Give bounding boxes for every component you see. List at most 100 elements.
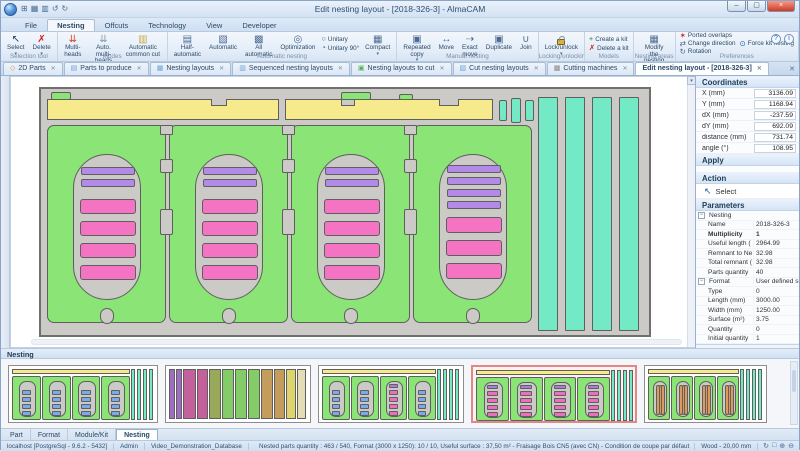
part-teal-strip[interactable] [592, 97, 612, 331]
nesting-panel-header[interactable]: Nesting [1, 348, 799, 359]
ribbon-tab-developer[interactable]: Developer [232, 19, 286, 31]
close-tab-icon[interactable]: ✕ [51, 65, 56, 72]
part-pink-bar[interactable] [446, 263, 502, 279]
ribbon-tab-technology[interactable]: Technology [138, 19, 196, 31]
nesting-layout-2[interactable] [165, 365, 311, 423]
part-pink-bar[interactable] [324, 265, 380, 280]
part-purple-bar[interactable] [203, 167, 257, 175]
close-tab-icon[interactable]: ✕ [757, 65, 762, 72]
part-green-tab[interactable] [51, 92, 71, 100]
parameter-value-useful-length[interactable]: 2964.99 [753, 240, 799, 247]
nesting-layout-5[interactable] [644, 365, 767, 423]
parameters-header[interactable]: Parameters [696, 199, 799, 211]
part-pink-bar[interactable] [80, 265, 136, 280]
part-pink-bar[interactable] [324, 221, 380, 236]
coordinate-value-dx-mm[interactable]: -237.59 [754, 111, 796, 120]
close-tab-icon[interactable]: ✕ [622, 65, 627, 72]
part-teal-strip[interactable] [565, 97, 585, 331]
doc-tab-sequenced-nesting-la[interactable]: ▥Sequenced nesting layouts✕ [232, 62, 350, 75]
nesting-layout-4[interactable] [471, 365, 637, 423]
ribbon-button-unitary-90[interactable]: ◔Unitary 90° [319, 44, 361, 53]
part-purple-bar[interactable] [81, 179, 135, 187]
ribbon-button-automatic[interactable]: ▧Automatic [206, 33, 240, 53]
doc-tab-cutting-machines[interactable]: ▩Cutting machines✕ [547, 62, 635, 75]
ribbon-button-ported-overlaps[interactable]: ✶Ported overlaps [678, 32, 738, 40]
minimize-button[interactable]: – [727, 1, 746, 12]
bottom-tab-nesting[interactable]: Nesting [116, 429, 158, 440]
collapsed-panel-handle[interactable] [1, 76, 10, 348]
action-header[interactable]: Action [696, 172, 799, 184]
ribbon-tab-offcuts[interactable]: Offcuts [95, 19, 139, 31]
divider-connector[interactable] [160, 125, 173, 135]
part-pink-bar[interactable] [324, 243, 380, 258]
parameter-value-total-remnant[interactable]: 32.98 [753, 259, 799, 266]
divider-connector[interactable] [404, 159, 417, 173]
redo-icon[interactable]: ↻ [62, 5, 69, 13]
coordinate-value-angle[interactable]: 108.95 [754, 144, 796, 153]
close-tab-icon[interactable]: ✕ [338, 65, 343, 72]
part-pink-bar[interactable] [446, 217, 502, 233]
close-tab-strip-icon[interactable]: ✕ [789, 65, 795, 73]
close-tab-icon[interactable]: ✕ [219, 65, 224, 72]
doc-tab-parts-to-produce[interactable]: ▤Parts to produce✕ [64, 62, 149, 75]
table-icon[interactable]: ▦ [31, 5, 39, 13]
divider-connector[interactable] [404, 209, 417, 235]
doc-tab-cut-nesting-layouts[interactable]: ▧Cut nesting layouts✕ [453, 62, 546, 75]
divider-connector[interactable] [160, 159, 173, 173]
ribbon-button-join[interactable]: ∪Join [517, 33, 535, 53]
part-purple-bar[interactable] [447, 201, 501, 209]
bottom-tab-part[interactable]: Part [3, 429, 31, 440]
coordinates-header[interactable]: Coordinates [696, 76, 799, 88]
parameter-value-type[interactable]: 0 [753, 288, 799, 295]
part-teal-strip[interactable] [538, 97, 558, 331]
doc-tab-nesting-layouts[interactable]: ▦Nesting layouts✕ [150, 62, 232, 75]
nesting-layout-3[interactable] [318, 365, 464, 423]
part-pink-bar[interactable] [80, 243, 136, 258]
sheet-notch[interactable] [341, 99, 355, 106]
divider-connector[interactable] [282, 159, 295, 173]
restore-button[interactable]: ▢ [747, 1, 766, 12]
parameter-value-width-mm[interactable]: 1250.00 [753, 307, 799, 314]
ribbon-button-delete-a-kit[interactable]: ✗Delete a kit [587, 44, 631, 53]
divider-connector[interactable] [404, 125, 417, 135]
ribbon-button-change-direction[interactable]: ⇄Change direction [678, 40, 738, 48]
fit-view-icon[interactable]: □ [772, 442, 776, 450]
ribbon-button-duplicate[interactable]: ▣Duplicate [483, 33, 515, 53]
divider-connector[interactable] [282, 125, 295, 135]
parameter-value-length-mm[interactable]: 3000.00 [753, 297, 799, 304]
sheet-notch[interactable] [211, 99, 227, 106]
close-tab-icon[interactable]: ✕ [137, 65, 142, 72]
part-purple-bar[interactable] [447, 189, 501, 197]
part-teal-small[interactable] [499, 100, 507, 121]
part-purple-bar[interactable] [325, 167, 379, 175]
close-tab-icon[interactable]: ✕ [439, 65, 444, 72]
part-pink-bar[interactable] [324, 199, 380, 214]
doc-tab-2d-parts[interactable]: ◇2D Parts✕ [3, 62, 63, 75]
export-icon[interactable]: ⊞ [21, 5, 28, 13]
part-green-panel[interactable] [291, 125, 410, 323]
coordinate-value-dy-mm[interactable]: 692.09 [754, 122, 796, 131]
part-teal-small[interactable] [525, 100, 534, 121]
ribbon-button-optimization[interactable]: ◎Optimization [277, 33, 318, 53]
ribbon-tab-file[interactable]: File [15, 19, 47, 31]
part-green-tab[interactable] [399, 94, 413, 100]
action-select-tool[interactable]: ↖ Select [696, 184, 799, 199]
undo-icon[interactable]: ↺ [52, 5, 59, 13]
apply-header[interactable]: Apply [696, 154, 799, 166]
canvas-horizontal-scrollbar[interactable] [31, 339, 682, 345]
zoom-out-icon[interactable]: ⊖ [788, 442, 794, 450]
part-pink-bar[interactable] [80, 199, 136, 214]
sheet-notch[interactable] [439, 99, 459, 106]
ribbon-tab-nesting[interactable]: Nesting [47, 19, 95, 31]
close-button[interactable]: × [767, 1, 795, 12]
refresh-view-icon[interactable]: ↻ [763, 442, 769, 450]
part-pink-bar[interactable] [446, 240, 502, 256]
part-green-panel[interactable] [169, 125, 288, 323]
expander-icon[interactable]: − [698, 278, 705, 285]
zoom-in-icon[interactable]: ⊕ [779, 442, 785, 450]
bottom-tab-format[interactable]: Format [31, 429, 68, 440]
parameter-value-multiplicity[interactable]: 1 [753, 231, 799, 238]
help-icon[interactable]: ? [771, 34, 781, 44]
part-purple-bar[interactable] [447, 165, 501, 173]
parameter-value-format[interactable]: User defined sheets [753, 278, 799, 285]
